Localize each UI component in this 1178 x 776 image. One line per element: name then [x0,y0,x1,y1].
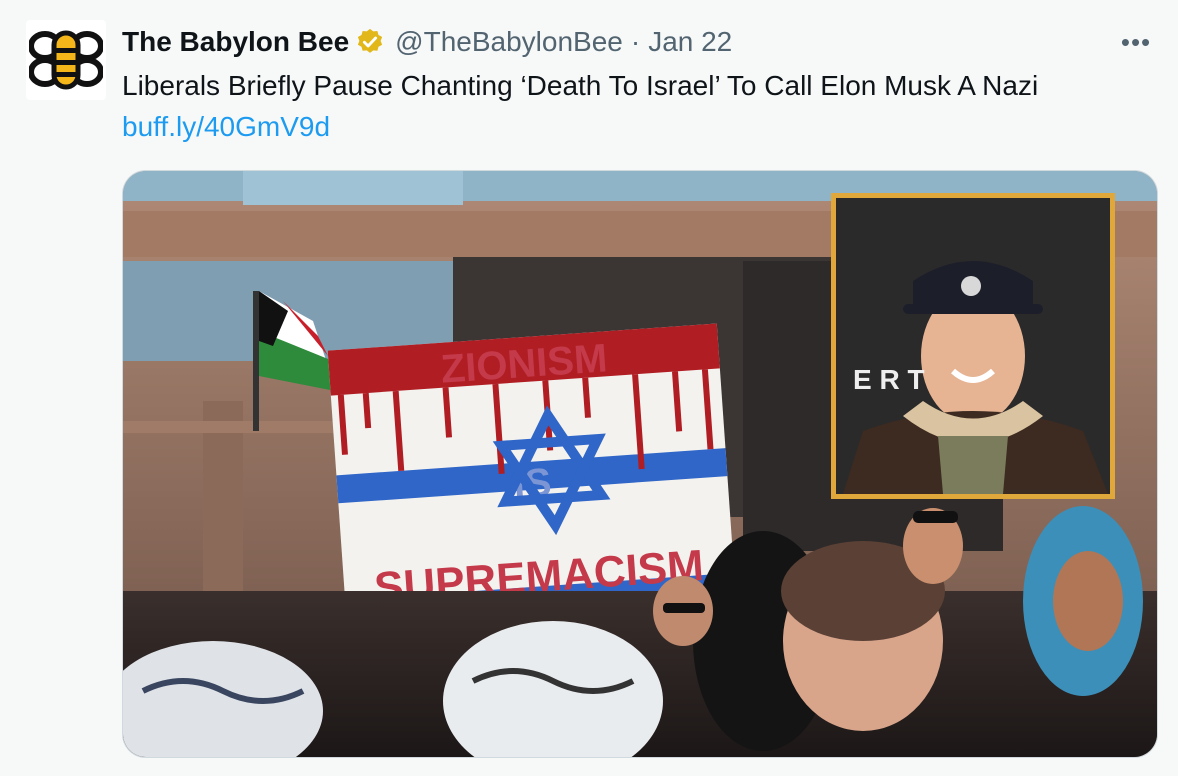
more-options-icon[interactable]: ••• [1116,24,1156,60]
tweet-header: The Babylon Bee @TheBabylonBee · Jan 22 [122,24,732,60]
display-name[interactable]: The Babylon Bee [122,26,349,58]
babylon-bee-logo-icon [29,30,103,90]
tweet-link[interactable]: buff.ly/40GmV9d [122,109,330,145]
tweet-text: Liberals Briefly Pause Chanting ‘Death T… [122,70,1039,101]
separator: · [630,26,641,57]
tweet-date[interactable]: Jan 22 [648,26,732,58]
handle[interactable]: @TheBabylonBee [395,26,623,58]
protest-photo: ZIONISM IS SUPREMACISM E R T [123,171,1157,757]
svg-text:E R T: E R T [853,364,925,395]
tweet-image[interactable]: ZIONISM IS SUPREMACISM E R T [122,170,1158,758]
avatar[interactable] [26,20,106,100]
verified-badge-icon [355,27,385,57]
tweet[interactable]: The Babylon Bee @TheBabylonBee · Jan 22 … [0,0,1178,776]
